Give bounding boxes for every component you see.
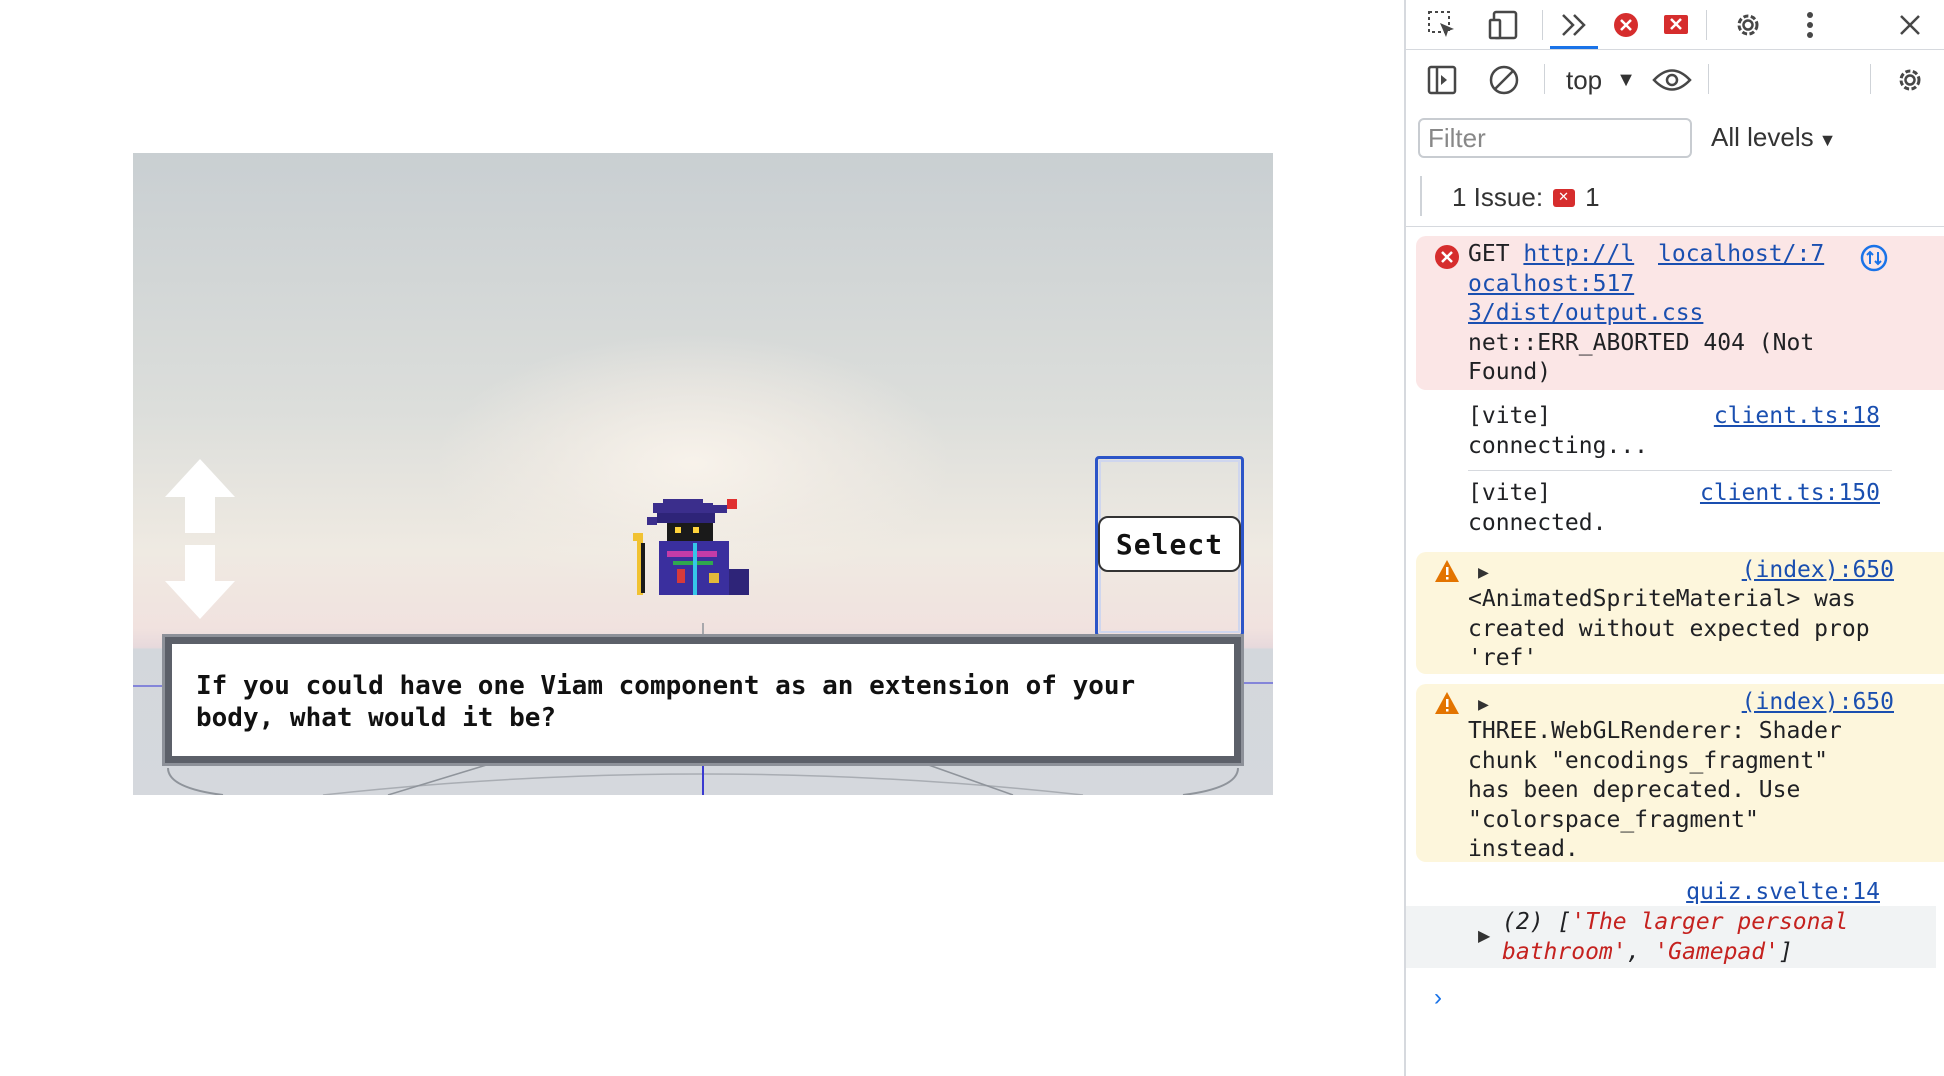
http-method: GET	[1468, 241, 1510, 267]
active-tab-indicator	[1550, 46, 1598, 49]
sidebar-toggle-icon[interactable]	[1422, 60, 1462, 100]
dropdown-caret-icon: ▼	[1616, 68, 1636, 91]
array-item: bathroom'	[1502, 938, 1627, 965]
game-viewport[interactable]: Select If you could have one Viam compon…	[133, 153, 1273, 795]
close-icon[interactable]	[1890, 5, 1930, 45]
warning-text: "colorspace_fragment"	[1468, 806, 1759, 833]
eye-icon[interactable]	[1652, 60, 1692, 100]
dialog-text: If you could have one Viam component as …	[196, 671, 1136, 733]
source-link[interactable]: quiz.svelte:14	[1686, 879, 1880, 905]
log-levels-dropdown[interactable]: All levels ▼	[1711, 122, 1836, 153]
source-link[interactable]: localhost/:7	[1658, 240, 1824, 270]
kebab-menu-icon[interactable]	[1790, 5, 1830, 45]
error-text: Found)	[1468, 359, 1552, 385]
issue-flag-icon	[1553, 188, 1576, 207]
console-toolbar: top ▼	[1406, 52, 1944, 108]
divider	[1406, 226, 1944, 227]
request-url-link[interactable]: http://l	[1523, 241, 1634, 267]
expand-triangle-icon[interactable]: ▶	[1478, 926, 1490, 946]
divider	[1468, 470, 1892, 471]
warning-text: THREE.WebGLRenderer: Shader	[1468, 718, 1842, 744]
inspect-element-icon[interactable]	[1422, 5, 1462, 45]
array-separator: ,	[1626, 938, 1655, 965]
console-prompt[interactable]: ›	[1434, 984, 1442, 1012]
expand-triangle-icon[interactable]: ▶	[1478, 558, 1489, 588]
request-url-link[interactable]: 3/dist/output.css	[1468, 300, 1703, 326]
array-item: 'Gamepad'	[1654, 938, 1779, 965]
array-item: 'The larger personal	[1571, 909, 1849, 935]
dropdown-caret-icon: ▼	[1813, 130, 1837, 150]
issues-bar[interactable]: 1 Issue: 1	[1420, 176, 1930, 216]
array-suffix: ]	[1778, 938, 1793, 965]
issues-label: 1 Issue:	[1452, 182, 1544, 212]
filter-input[interactable]	[1418, 118, 1692, 158]
request-url-link[interactable]: ocalhost:517	[1468, 271, 1634, 297]
warning-text: created without expected prop	[1468, 615, 1870, 642]
expand-triangle-icon[interactable]: ▶	[1478, 690, 1489, 720]
error-circle-icon	[1435, 245, 1459, 269]
warning-text: instead.	[1468, 836, 1579, 862]
arrow-up-icon[interactable]	[163, 457, 237, 535]
wizard-sprite	[633, 499, 749, 595]
source-link[interactable]: (index):650	[1742, 556, 1894, 586]
array-prefix: (2) [	[1502, 909, 1572, 935]
console-error-message: GET http://l ocalhost:517 3/dist/output.…	[1416, 236, 1944, 390]
warning-triangle-icon	[1435, 560, 1459, 582]
console-array-log[interactable]: ▶ (2) ['The larger personal bathroom', '…	[1406, 906, 1936, 968]
dialog-box: If you could have one Viam component as …	[162, 634, 1244, 766]
log-levels-label: All levels	[1711, 122, 1814, 152]
devtools-toolbar	[1406, 0, 1944, 50]
console-warning-message: ▶ (index):650 <AnimatedSpriteMaterial> w…	[1416, 552, 1944, 674]
console-warning-message: ▶ (index):650 THREE.WebGLRenderer: Shade…	[1416, 684, 1944, 862]
source-link[interactable]: client.ts:150	[1700, 480, 1880, 506]
clear-console-icon[interactable]	[1484, 60, 1524, 100]
log-text: connecting...	[1468, 432, 1649, 459]
context-select[interactable]: top ▼	[1566, 62, 1636, 98]
log-text: connected.	[1468, 509, 1607, 536]
error-text: net::ERR_ABORTED 404 (Not	[1468, 329, 1815, 356]
warning-text: chunk "encodings_fragment"	[1468, 747, 1829, 774]
warning-text: 'ref'	[1468, 645, 1538, 671]
source-link[interactable]: client.ts:18	[1714, 403, 1880, 429]
chevrons-right-icon[interactable]	[1554, 5, 1594, 45]
warning-text: <AnimatedSpriteMaterial> was	[1468, 586, 1856, 612]
issues-count: 1	[1585, 182, 1600, 212]
source-link[interactable]: (index):650	[1742, 688, 1894, 718]
warning-text: has been deprecated. Use	[1468, 777, 1801, 803]
devtools-panel: top ▼ All levels ▼ 1 Issue: 1 GET http:/…	[1404, 0, 1944, 1076]
arrow-down-icon[interactable]	[163, 543, 237, 621]
error-circle-icon[interactable]	[1606, 5, 1646, 45]
context-value: top	[1566, 64, 1603, 95]
gear-icon[interactable]	[1728, 5, 1768, 45]
issue-flag-icon[interactable]	[1656, 5, 1696, 45]
console-settings-gear-icon[interactable]	[1890, 60, 1930, 100]
warning-triangle-icon	[1435, 692, 1459, 714]
select-button[interactable]: Select	[1098, 516, 1241, 572]
device-toolbar-icon[interactable]	[1484, 5, 1524, 45]
network-panel-icon[interactable]	[1860, 244, 1888, 272]
